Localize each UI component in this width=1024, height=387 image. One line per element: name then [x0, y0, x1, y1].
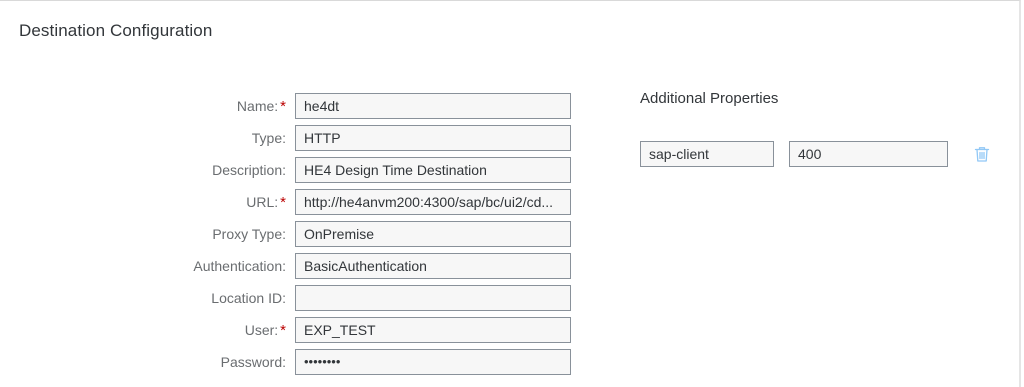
authentication-label: Authentication: [193, 258, 286, 274]
form-row-password: Password: •••••••• [0, 349, 580, 375]
type-field[interactable]: HTTP [295, 125, 571, 151]
password-field[interactable]: •••••••• [295, 349, 571, 375]
authentication-field[interactable]: BasicAuthentication [295, 253, 571, 279]
name-label: Name: * [236, 98, 286, 115]
form-row-description: Description: HE4 Design Time Destination [0, 157, 580, 183]
page-title: Destination Configuration [19, 21, 213, 40]
type-label: Type: [251, 130, 286, 146]
trash-icon[interactable] [973, 145, 991, 163]
property-key-field[interactable]: sap-client [640, 141, 774, 167]
additional-properties-title: Additional Properties [640, 90, 779, 107]
destination-configuration-panel: Destination Configuration Name: * he4dt T… [0, 0, 1021, 387]
form-row-type: Type: HTTP [0, 125, 580, 151]
description-field[interactable]: HE4 Design Time Destination [295, 157, 571, 183]
form-row-name: Name: * he4dt [0, 93, 580, 119]
required-marker: * [280, 194, 286, 211]
description-label: Description: [212, 162, 286, 178]
form-row-user: User: * EXP_TEST [0, 317, 580, 343]
form-row-location-id: Location ID: [0, 285, 580, 311]
user-label: User: * [244, 322, 286, 339]
name-field[interactable]: he4dt [295, 93, 571, 119]
form-row-url: URL: * http://he4anvm200:4300/sap/bc/ui2/… [0, 189, 580, 215]
required-marker: * [280, 98, 286, 115]
user-field[interactable]: EXP_TEST [295, 317, 571, 343]
form-row-proxy-type: Proxy Type: OnPremise [0, 221, 580, 247]
url-field[interactable]: http://he4anvm200:4300/sap/bc/ui2/cd... [295, 189, 571, 215]
required-marker: * [280, 322, 286, 339]
form-row-authentication: Authentication: BasicAuthentication [0, 253, 580, 279]
location-id-label: Location ID: [211, 290, 286, 306]
proxy-type-field[interactable]: OnPremise [295, 221, 571, 247]
url-label: URL: * [246, 194, 286, 211]
location-id-field[interactable] [295, 285, 571, 311]
property-value-field[interactable]: 400 [789, 141, 948, 167]
proxy-type-label: Proxy Type: [212, 226, 286, 242]
password-label: Password: [220, 354, 286, 370]
